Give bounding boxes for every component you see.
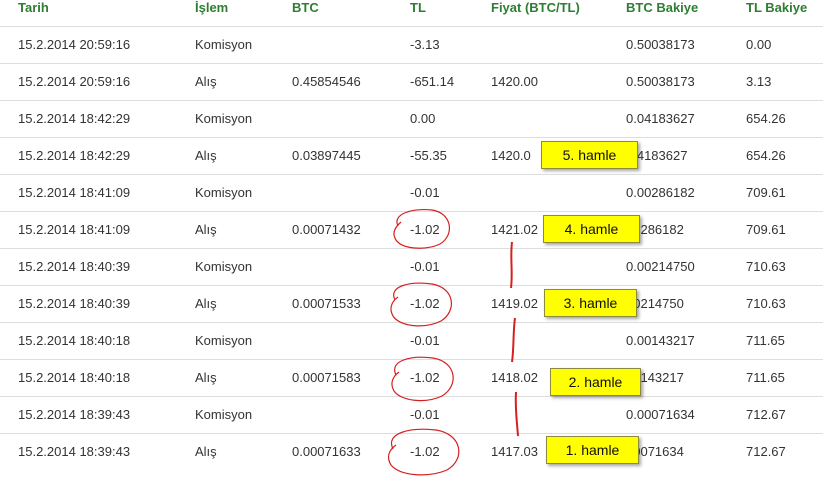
cell-price: 1421.02	[491, 222, 538, 237]
cell-tl-balance: 709.61	[746, 185, 786, 200]
cell-operation: Komisyon	[195, 185, 253, 200]
cell-tl-amount: -0.01	[410, 407, 440, 422]
cell-tl-balance: 712.67	[746, 444, 786, 459]
cell-btc-balance: 0.00071634	[626, 407, 695, 422]
cell-tl-amount: -55.35	[410, 148, 447, 163]
cell-date: 15.2.2014 18:40:39	[18, 259, 131, 274]
cell-operation: Alış	[195, 148, 217, 163]
cell-btc-balance: 0.50038173	[626, 37, 695, 52]
cell-operation: Alış	[195, 444, 217, 459]
cell-tl-balance: 654.26	[746, 148, 786, 163]
table-row: 15.2.2014 18:39:43 Alış 0.00071633 -1.02 141…	[0, 433, 823, 470]
cell-operation: Alış	[195, 222, 217, 237]
cell-tl-balance: 0.00	[746, 37, 772, 52]
cell-date: 15.2.2014 18:39:43	[18, 444, 131, 459]
cell-operation: Alış	[195, 296, 217, 311]
cell-price: 1418.02	[491, 370, 538, 385]
table-row: 15.2.2014 18:42:29 Alış 0.03897445 -55.35 14…	[0, 137, 823, 174]
table-row: 15.2.2014 18:41:09 Alış 0.00071432 -1.02 142…	[0, 211, 823, 248]
table-row: 15.2.2014 18:40:39 Komisyon -0.01 0.0021475…	[0, 248, 823, 285]
table-row: 15.2.2014 18:40:39 Alış 0.00071533 -1.02 141…	[0, 285, 823, 322]
cell-date: 15.2.2014 18:41:09	[18, 222, 131, 237]
cell-tl-balance: 712.67	[746, 407, 786, 422]
cell-btc-amount: 0.00071583	[292, 370, 361, 385]
move-note-4: 4. hamle	[543, 215, 640, 243]
table-header: Tarih İşlem BTC TL Fiyat (BTC/TL) BTC Ba…	[0, 0, 823, 26]
cell-tl-amount: -0.01	[410, 185, 440, 200]
cell-tl-balance: 711.65	[746, 370, 785, 385]
cell-tl-balance: 710.63	[746, 259, 786, 274]
cell-btc-balance: 0.00286182	[626, 185, 695, 200]
cell-tl-amount: -0.01	[410, 333, 440, 348]
cell-btc-amount: 0.00071432	[292, 222, 361, 237]
cell-price: 1419.02	[491, 296, 538, 311]
cell-price: 1420.0	[491, 148, 531, 163]
cell-date: 15.2.2014 18:41:09	[18, 185, 131, 200]
cell-date: 15.2.2014 18:39:43	[18, 407, 131, 422]
cell-operation: Komisyon	[195, 37, 253, 52]
cell-btc-amount: 0.45854546	[292, 74, 361, 89]
cell-btc-balance: 0.50038173	[626, 74, 695, 89]
cell-tl-amount: -1.02	[410, 222, 440, 237]
cell-date: 15.2.2014 18:42:29	[18, 148, 131, 163]
table-row: 15.2.2014 18:39:43 Komisyon -0.01 0.0007163…	[0, 396, 823, 433]
cell-btc-balance: 0.00214750	[626, 259, 695, 274]
cell-btc-amount: 0.03897445	[292, 148, 361, 163]
cell-tl-amount: -1.02	[410, 370, 440, 385]
cell-btc-balance: 0.04183627	[626, 111, 695, 126]
cell-tl-balance: 654.26	[746, 111, 786, 126]
cell-tl-amount: -3.13	[410, 37, 440, 52]
cell-tl-amount: -1.02	[410, 296, 440, 311]
table-row: 15.2.2014 18:41:09 Komisyon -0.01 0.0028618…	[0, 174, 823, 211]
cell-operation: Komisyon	[195, 333, 253, 348]
column-header-tl[interactable]: TL	[410, 0, 426, 16]
cell-tl-amount: -1.02	[410, 444, 440, 459]
move-note-5: 5. hamle	[541, 141, 638, 169]
cell-tl-balance: 3.13	[746, 74, 772, 89]
column-header-btc-bakiye[interactable]: BTC Bakiye	[626, 0, 698, 16]
cell-tl-balance: 710.63	[746, 296, 786, 311]
cell-tl-amount: 0.00	[410, 111, 436, 126]
table-row: 15.2.2014 18:42:29 Komisyon 0.00 0.04183627…	[0, 100, 823, 137]
cell-btc-amount: 0.00071533	[292, 296, 361, 311]
table-row: 15.2.2014 20:59:16 Komisyon -3.13 0.5003817…	[0, 26, 823, 63]
cell-tl-amount: -651.14	[410, 74, 455, 89]
cell-btc-amount: 0.00071633	[292, 444, 361, 459]
column-header-islem[interactable]: İşlem	[195, 0, 228, 16]
cell-tl-amount: -0.01	[410, 259, 440, 274]
table-row: 15.2.2014 20:59:16 Alış 0.45854546 -651.14 1…	[0, 63, 823, 100]
table-row: 15.2.2014 18:40:18 Alış 0.00071583 -1.02 141…	[0, 359, 823, 396]
cell-date: 15.2.2014 18:40:39	[18, 296, 131, 311]
column-header-btc[interactable]: BTC	[292, 0, 319, 16]
column-header-tl-bakiye[interactable]: TL Bakiye	[746, 0, 807, 16]
cell-date: 15.2.2014 20:59:16	[18, 37, 131, 52]
cell-date: 15.2.2014 18:40:18	[18, 333, 131, 348]
cell-operation: Alış	[195, 74, 217, 89]
cell-price: 1420.00	[491, 74, 538, 89]
cell-price: 1417.03	[491, 444, 538, 459]
cell-operation: Komisyon	[195, 407, 253, 422]
cell-operation: Alış	[195, 370, 217, 385]
cell-date: 15.2.2014 20:59:16	[18, 74, 131, 89]
column-header-tarih[interactable]: Tarih	[18, 0, 49, 16]
cell-operation: Komisyon	[195, 111, 253, 126]
cell-btc-balance: 0.00143217	[626, 333, 695, 348]
table-row: 15.2.2014 18:40:18 Komisyon -0.01 0.0014321…	[0, 322, 823, 359]
column-header-fiyat[interactable]: Fiyat (BTC/TL)	[491, 0, 580, 16]
move-note-2: 2. hamle	[550, 368, 641, 396]
move-note-1: 1. hamle	[546, 436, 639, 464]
move-note-3: 3. hamle	[544, 289, 637, 317]
cell-date: 15.2.2014 18:40:18	[18, 370, 131, 385]
cell-tl-balance: 709.61	[746, 222, 786, 237]
cell-tl-balance: 711.65	[746, 333, 785, 348]
cell-date: 15.2.2014 18:42:29	[18, 111, 131, 126]
cell-operation: Komisyon	[195, 259, 253, 274]
